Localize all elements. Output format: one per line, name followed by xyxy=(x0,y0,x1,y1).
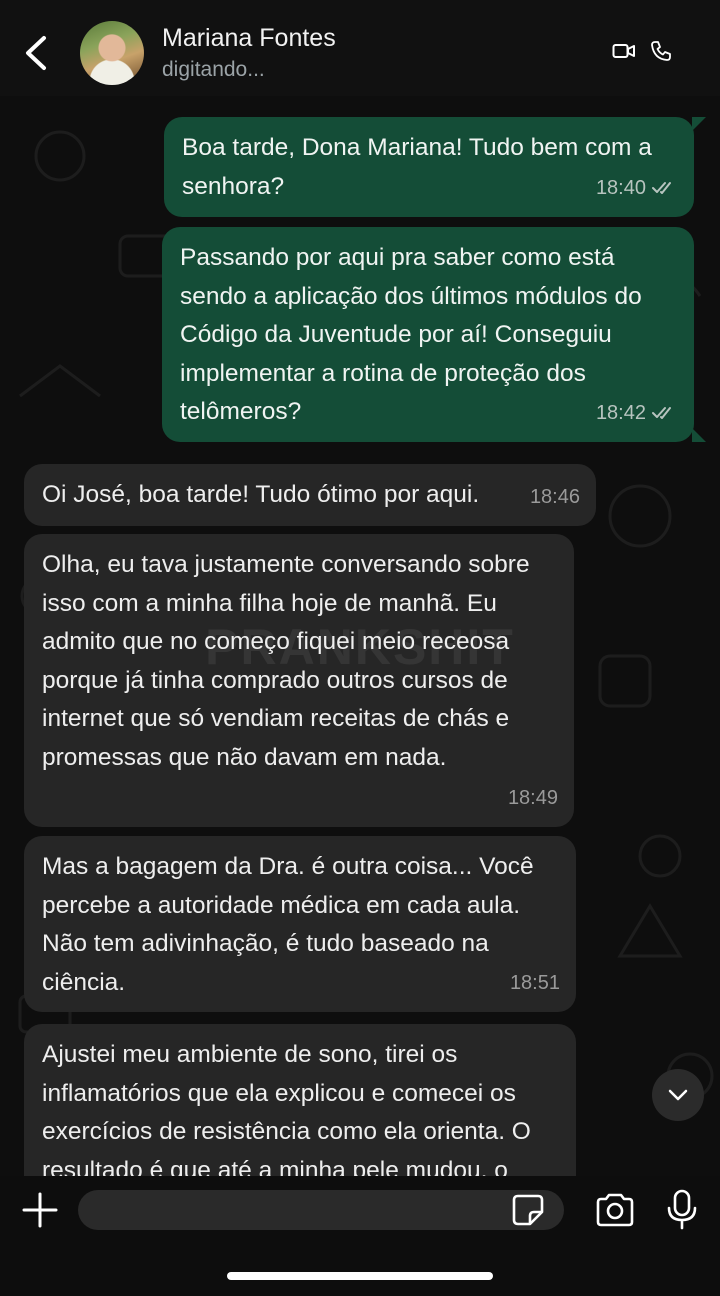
attach-button[interactable] xyxy=(20,1190,60,1230)
message-meta: 18:51 xyxy=(510,964,560,1003)
message-meta: 18:42 xyxy=(596,394,678,433)
message-meta: 18:40 xyxy=(596,169,678,208)
camera-button[interactable] xyxy=(594,1192,636,1228)
message-text: Ajustei meu ambiente de sono, tirei os i… xyxy=(42,1041,531,1176)
video-call-icon xyxy=(612,44,635,58)
bubble-tail xyxy=(692,428,706,442)
message-meta: 18:49 xyxy=(508,779,558,818)
contact-name[interactable]: Mariana Fontes xyxy=(162,24,336,53)
message-input[interactable] xyxy=(78,1190,564,1230)
voice-message-button[interactable] xyxy=(664,1188,700,1230)
typing-status: digitando... xyxy=(162,58,265,81)
composer-bar xyxy=(0,1176,720,1296)
message-text: Mas a bagagem da Dra. é outra coisa... V… xyxy=(42,853,534,996)
phone-icon xyxy=(651,41,671,61)
message-bubble-incoming[interactable]: Oi José, boa tarde! Tudo ótimo por aqui.… xyxy=(24,464,596,526)
message-bubble-incoming[interactable]: Ajustei meu ambiente de sono, tirei os i… xyxy=(24,1024,576,1176)
plus-icon xyxy=(22,1192,58,1228)
message-time: 18:46 xyxy=(529,485,580,508)
chevron-down-icon xyxy=(668,1089,688,1101)
home-indicator[interactable] xyxy=(227,1272,493,1280)
message-time: 18:42 xyxy=(595,401,646,424)
message-time: 18:51 xyxy=(509,971,560,994)
sticker-button[interactable] xyxy=(510,1192,546,1228)
message-bubble-incoming[interactable]: Olha, eu tava justamente conversando sob… xyxy=(24,534,574,827)
sticker-icon xyxy=(512,1194,544,1226)
message-time: 18:40 xyxy=(595,176,646,199)
bubble-tail xyxy=(692,117,706,131)
message-bubble-outgoing[interactable]: Boa tarde, Dona Mariana! Tudo bem com a … xyxy=(164,117,706,217)
message-meta: 18:46 xyxy=(530,478,580,517)
contact-avatar[interactable] xyxy=(80,21,144,85)
message-list[interactable]: Boa tarde, Dona Mariana! Tudo bem com a … xyxy=(0,96,720,1176)
message-bubble-outgoing[interactable]: Passando por aqui pra saber como está se… xyxy=(162,227,706,442)
phone-call-button[interactable] xyxy=(650,40,672,67)
video-call-button[interactable] xyxy=(612,42,636,65)
double-check-icon xyxy=(652,406,671,419)
microphone-icon xyxy=(667,1189,697,1230)
double-check-icon xyxy=(652,181,671,194)
message-bubble-incoming[interactable]: Mas a bagagem da Dra. é outra coisa... V… xyxy=(24,836,576,1012)
scroll-to-bottom-button[interactable] xyxy=(652,1069,704,1121)
back-icon xyxy=(26,36,46,70)
message-text: Oi José, boa tarde! Tudo ótimo por aqui. xyxy=(42,481,480,508)
message-text: Olha, eu tava justamente conversando sob… xyxy=(42,551,530,771)
chat-header: Mariana Fontes digitando... xyxy=(0,0,720,96)
message-time: 18:49 xyxy=(507,786,558,809)
back-button[interactable] xyxy=(14,26,58,78)
camera-icon xyxy=(596,1193,634,1227)
